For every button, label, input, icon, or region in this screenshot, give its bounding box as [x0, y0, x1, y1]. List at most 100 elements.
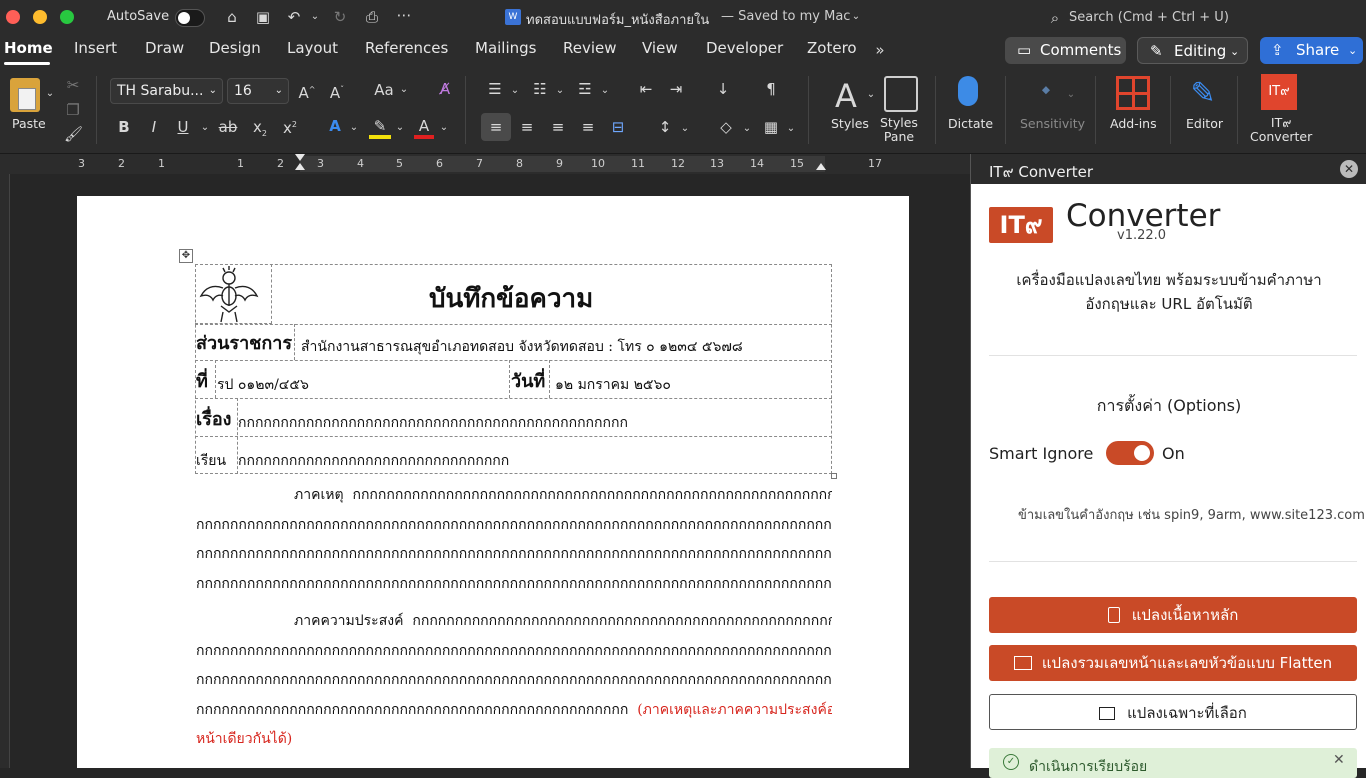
spacing-dropdown-icon[interactable]: ⌄	[679, 120, 691, 138]
tab-insert[interactable]: Insert	[74, 39, 117, 57]
format-painter-icon[interactable]: 🖌	[64, 125, 83, 143]
horizontal-ruler[interactable]: 3 2 1 1 2 3 4 5 6 7 8 9 10 11 12 13 14 1…	[0, 154, 970, 174]
align-left-button[interactable]: ≡	[481, 113, 511, 141]
ref-value[interactable]: รป ๐๑๒๓/๔๕๖	[217, 374, 309, 396]
right-indent-marker[interactable]	[816, 163, 826, 170]
font-color-icon[interactable]: A	[414, 117, 434, 139]
autosave-toggle[interactable]	[175, 9, 205, 27]
font-color-dropdown-icon[interactable]: ⌄	[438, 119, 450, 137]
bold-icon[interactable]: B	[115, 118, 133, 136]
sensitivity-icon[interactable]: ⬩	[1030, 77, 1062, 108]
styles-icon[interactable]: A	[826, 76, 866, 116]
smart-ignore-toggle[interactable]	[1106, 441, 1154, 465]
document-page[interactable]: ✥ บันทึกข้อความ ส่วนราชการ สำนักงานสาธาร…	[77, 196, 909, 768]
date-value[interactable]: ๑๒ มกราคม ๒๕๖๐	[555, 374, 671, 396]
paragraph-purpose[interactable]: ภาคความประสงค์ กกกกกกกกกกกกกกกกกกกกกกกกก…	[196, 607, 832, 755]
it9-converter-icon[interactable]: IT๙	[1261, 74, 1297, 110]
editor-icon[interactable]: ✎	[1186, 76, 1220, 112]
more-tabs-icon[interactable]: »	[870, 41, 890, 59]
tab-home[interactable]: Home	[4, 39, 53, 57]
dismiss-status-icon[interactable]: ✕	[1333, 752, 1345, 768]
paste-icon[interactable]	[10, 78, 40, 112]
comments-button[interactable]: ▭ Comments	[1005, 37, 1126, 64]
multilevel-list-icon[interactable]: ☲	[574, 80, 596, 98]
bullets-icon[interactable]: ☰	[484, 80, 506, 98]
close-panel-icon[interactable]: ✕	[1340, 160, 1358, 178]
tab-layout[interactable]: Layout	[287, 39, 338, 57]
print-icon[interactable]: ⎙	[361, 8, 383, 26]
tab-developer[interactable]: Developer	[706, 39, 783, 57]
table-move-handle-icon[interactable]: ✥	[179, 249, 193, 263]
font-name-select[interactable]: TH Sarabu... ⌄	[110, 78, 223, 104]
microphone-icon[interactable]	[958, 76, 978, 106]
italic-icon[interactable]: I	[145, 118, 163, 136]
document-canvas[interactable]: ✥ บันทึกข้อความ ส่วนราชการ สำนักงานสาธาร…	[10, 174, 970, 768]
more-icon[interactable]: ⋯	[394, 6, 414, 24]
borders-dropdown-icon[interactable]: ⌄	[785, 120, 797, 138]
effects-dropdown-icon[interactable]: ⌄	[348, 119, 360, 137]
copy-icon[interactable]: ❐	[64, 101, 82, 119]
tab-mailings[interactable]: Mailings	[475, 39, 536, 57]
hanging-indent-marker[interactable]	[295, 163, 305, 170]
numbering-dropdown-icon[interactable]: ⌄	[554, 82, 566, 100]
search-input[interactable]: Search (Cmd + Ctrl + U)	[1069, 10, 1229, 25]
editing-mode-button[interactable]: ✎ Editing ⌄	[1137, 37, 1248, 64]
strikethrough-icon[interactable]: ab	[217, 118, 239, 136]
tab-references[interactable]: References	[365, 39, 448, 57]
tab-view[interactable]: View	[642, 39, 678, 57]
tab-zotero[interactable]: Zotero	[807, 39, 857, 57]
zoom-window-button[interactable]	[60, 10, 74, 24]
superscript-icon[interactable]: x2	[280, 116, 300, 137]
addins-icon[interactable]	[1116, 76, 1150, 110]
home-icon[interactable]: ⌂	[222, 8, 242, 26]
share-button[interactable]: ⇪ Share ⌄	[1260, 37, 1363, 64]
tab-design[interactable]: Design	[209, 39, 261, 57]
font-size-select[interactable]: 16 ⌄	[227, 78, 289, 104]
convert-selection-button[interactable]: แปลงเฉพาะที่เลือก	[989, 694, 1357, 730]
highlight-dropdown-icon[interactable]: ⌄	[394, 119, 406, 137]
highlight-icon[interactable]: ✎	[369, 117, 391, 139]
agency-value[interactable]: สำนักงานสาธารณสุขอำเภอทดสอบ จังหวัดทดสอบ…	[301, 336, 743, 358]
numbering-icon[interactable]: ☷	[529, 80, 551, 98]
tab-draw[interactable]: Draw	[145, 39, 184, 57]
to-value[interactable]: กกกกกกกกกกกกกกกกกกกกกกกกกกกกกกกก	[238, 450, 509, 472]
line-spacing-icon[interactable]: ↕	[654, 118, 676, 136]
justify-icon[interactable]: ≡	[577, 118, 599, 136]
borders-icon[interactable]: ▦	[760, 118, 782, 136]
paragraph-reason[interactable]: ภาคเหตุ กกกกกกกกกกกกกกกกกกกกกกกกกกกกกกกก…	[196, 481, 832, 599]
decrease-indent-icon[interactable]: ⇤	[635, 80, 657, 98]
show-marks-icon[interactable]: ¶	[760, 80, 782, 98]
sort-icon[interactable]: ↓	[712, 80, 734, 98]
multilevel-dropdown-icon[interactable]: ⌄	[599, 82, 611, 100]
first-line-indent-marker[interactable]	[295, 154, 305, 161]
align-center-icon[interactable]: ≡	[516, 118, 538, 136]
bullets-dropdown-icon[interactable]: ⌄	[509, 82, 521, 100]
subject-value[interactable]: กกกกกกกกกกกกกกกกกกกกกกกกกกกกกกกกกกกกกกกก…	[238, 412, 628, 434]
clear-formatting-icon[interactable]: A̸	[434, 80, 456, 98]
shrink-font-icon[interactable]: Aˇ	[326, 81, 348, 102]
underline-dropdown-icon[interactable]: ⌄	[199, 119, 211, 137]
tab-review[interactable]: Review	[563, 39, 617, 57]
thai-distributed-icon[interactable]: ⊟	[607, 118, 629, 136]
sensitivity-dropdown-icon[interactable]: ⌄	[1065, 86, 1077, 104]
paste-dropdown-icon[interactable]: ⌄	[44, 85, 56, 103]
save-icon[interactable]: ▣	[253, 8, 273, 26]
undo-icon[interactable]: ↶	[284, 8, 304, 26]
table-resize-handle[interactable]	[831, 473, 837, 479]
convert-flatten-button[interactable]: แปลงรวมเลขหน้าและเลขหัวข้อแบบ Flatten	[989, 645, 1357, 681]
subscript-icon[interactable]: x2	[250, 118, 270, 143]
close-window-button[interactable]	[6, 10, 20, 24]
increase-indent-icon[interactable]: ⇥	[665, 80, 687, 98]
minimize-window-button[interactable]	[33, 10, 47, 24]
undo-dropdown-icon[interactable]: ⌄	[308, 8, 322, 26]
document-title[interactable]: ทดสอบแบบฟอร์ม_หนังสือภายใน	[526, 9, 709, 30]
cut-icon[interactable]: ✂	[64, 76, 82, 94]
change-case-icon[interactable]: Aa	[372, 81, 396, 99]
vertical-ruler[interactable]	[0, 174, 10, 768]
case-dropdown-icon[interactable]: ⌄	[398, 81, 410, 99]
title-chevron-icon[interactable]: ⌄	[849, 8, 863, 26]
grow-font-icon[interactable]: A^	[296, 81, 318, 102]
align-right-icon[interactable]: ≡	[547, 118, 569, 136]
underline-icon[interactable]: U	[174, 118, 192, 136]
convert-main-button[interactable]: แปลงเนื้อหาหลัก	[989, 597, 1357, 633]
